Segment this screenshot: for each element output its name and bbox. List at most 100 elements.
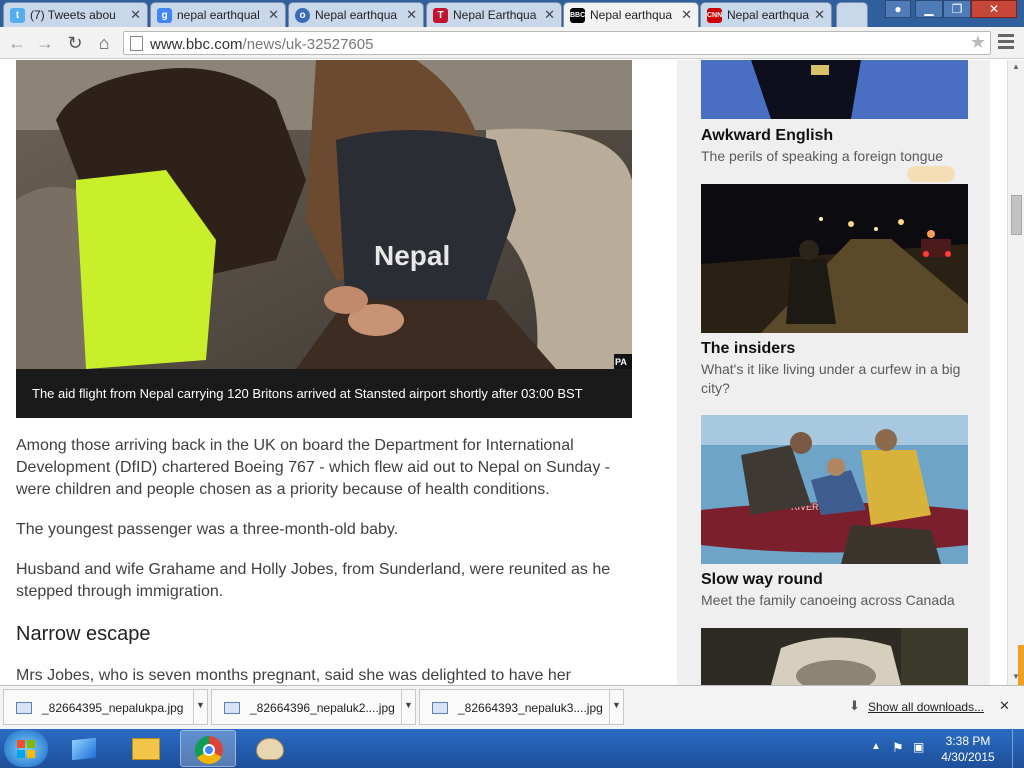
chevron-down-icon[interactable]: ▼ — [401, 690, 415, 724]
windows-icon — [72, 737, 96, 761]
close-window-button[interactable]: ✕ — [971, 0, 1017, 18]
sidebar-title[interactable]: Slow way round — [701, 571, 823, 589]
cnn-icon: CNN — [707, 8, 722, 23]
url-text: www.bbc.com/news/uk-32527605 — [150, 36, 374, 53]
sidebar-image-the-insiders[interactable] — [701, 184, 968, 333]
tab-label: Nepal earthqua — [590, 8, 673, 22]
tab-tweets[interactable]: t (7) Tweets abou ✕ — [3, 2, 148, 27]
tab-label: (7) Tweets abou — [30, 8, 116, 22]
close-icon[interactable]: ✕ — [814, 7, 825, 23]
scrollbar-thumb[interactable] — [1011, 195, 1022, 235]
windows-taskbar: ▲ ⚑ ▣ 3:38 PM 4/30/2015 — [0, 729, 1024, 768]
show-desktop-button[interactable] — [1012, 729, 1024, 768]
sidebar-title[interactable]: The insiders — [701, 340, 795, 358]
chevron-down-icon[interactable]: ▼ — [193, 690, 207, 724]
close-icon[interactable]: ✕ — [406, 7, 417, 23]
start-logo-red — [17, 740, 25, 748]
image-file-icon — [224, 702, 240, 714]
clock[interactable]: 3:38 PM 4/30/2015 — [930, 733, 1006, 765]
scroll-up-arrow[interactable]: ▲ — [1012, 62, 1020, 71]
minimize-button[interactable]: ▁ — [915, 0, 943, 18]
article-photo: Nepal PA — [16, 60, 632, 369]
close-icon[interactable]: ✕ — [130, 7, 141, 23]
tab-telegraph[interactable]: T Nepal Earthqua ✕ — [426, 2, 562, 27]
twitter-icon: t — [10, 8, 25, 23]
article-paragraph: Among those arriving back in the UK on b… — [16, 437, 611, 498]
tab-bbc[interactable]: BBC Nepal earthqua ✕ — [563, 2, 699, 27]
new-tab-button[interactable] — [836, 2, 868, 27]
back-icon[interactable]: ← — [6, 32, 28, 54]
taskbar-chrome[interactable] — [180, 730, 236, 767]
clock-time: 3:38 PM — [945, 734, 991, 748]
start-button[interactable] — [4, 730, 48, 767]
start-logo-yellow — [27, 750, 35, 758]
image-caption: The aid flight from Nepal carrying 120 B… — [16, 369, 632, 418]
tab-label: Nepal earthqua — [727, 8, 810, 22]
forward-icon[interactable]: → — [34, 32, 56, 54]
bbc-icon: BBC — [570, 8, 585, 23]
globe-icon: o — [295, 8, 310, 23]
taskbar-file-explorer[interactable] — [118, 730, 174, 767]
article-paragraph: Mrs Jobes, who is seven months pregnant,… — [16, 667, 571, 684]
close-icon[interactable]: ✕ — [268, 7, 279, 23]
tab-google[interactable]: g nepal earthqual ✕ — [150, 2, 286, 27]
tab-label: Nepal Earthqua — [453, 8, 537, 22]
reload-icon[interactable]: ↻ — [64, 32, 86, 54]
download-item[interactable]: _82664393_nepaluk3....jpg ▼ — [419, 689, 624, 725]
tab-nepal-3[interactable]: o Nepal earthqua ✕ — [288, 2, 424, 27]
tab-cnn[interactable]: CNN Nepal earthqua ✕ — [700, 2, 832, 27]
close-icon[interactable]: ✕ — [544, 7, 555, 23]
page-icon — [130, 36, 143, 51]
download-item[interactable]: _82664395_nepalukpa.jpg ▼ — [3, 689, 208, 725]
google-icon: g — [157, 8, 172, 23]
taskbar-paint[interactable] — [242, 730, 298, 767]
chrome-icon — [195, 736, 223, 764]
sidebar-subtitle[interactable]: Meet the family canoeing across Canada — [701, 591, 971, 610]
section-heading: Narrow escape — [16, 623, 151, 645]
start-logo-green — [27, 740, 35, 748]
sidebar-title[interactable]: Awkward English — [701, 127, 833, 145]
tab-label: nepal earthqual — [177, 8, 260, 22]
page-scrollbar[interactable]: ▲ ▼ — [1007, 60, 1024, 685]
clock-date: 4/30/2015 — [941, 750, 995, 764]
browser-toolbar: ← → ↻ ⌂ www.bbc.com/news/uk-32527605 ★ — [0, 27, 1024, 59]
telegraph-icon: T — [433, 8, 448, 23]
sidebar-subtitle[interactable]: The perils of speaking a foreign tongue — [701, 147, 971, 166]
scroll-down-arrow[interactable]: ▼ — [1012, 672, 1020, 681]
shirt-text: Nepal — [374, 240, 450, 271]
maximize-button[interactable]: ❐ — [943, 0, 971, 18]
tab-strip: t (7) Tweets abou ✕ g nepal earthqual ✕ … — [0, 0, 1024, 27]
close-icon[interactable]: ✕ — [681, 7, 692, 23]
taskbar-windows-explorer[interactable] — [56, 730, 112, 767]
download-filename: _82664395_nepalukpa.jpg — [42, 701, 184, 715]
folder-icon — [132, 738, 160, 760]
comment-count-badge[interactable] — [907, 166, 955, 182]
flag-icon[interactable]: ⚑ — [892, 740, 904, 756]
address-bar[interactable]: www.bbc.com/news/uk-32527605 ★ — [123, 31, 991, 55]
image-file-icon — [16, 702, 32, 714]
tab-label: Nepal earthqua — [315, 8, 398, 22]
chevron-down-icon[interactable]: ▼ — [609, 690, 623, 724]
downloads-bar: _82664395_nepalukpa.jpg ▼ _82664396_nepa… — [0, 685, 1024, 729]
download-arrow-icon: ⬇ — [849, 698, 860, 713]
download-item[interactable]: _82664396_nepaluk2....jpg ▼ — [211, 689, 416, 725]
image-file-icon — [432, 702, 448, 714]
star-icon[interactable]: ★ — [970, 32, 986, 53]
network-icon[interactable]: ▣ — [913, 740, 924, 754]
page-content: Nepal PA The aid flight from Nepal carry… — [0, 60, 1007, 685]
sidebar-image-next[interactable] — [701, 628, 968, 685]
download-filename: _82664393_nepaluk3....jpg — [458, 701, 603, 715]
sidebar-subtitle[interactable]: What's it like living under a curfew in … — [701, 360, 971, 398]
article-paragraph: Husband and wife Grahame and Holly Jobes… — [16, 561, 611, 600]
close-downloads-icon[interactable]: ✕ — [999, 698, 1010, 714]
start-logo-blue — [17, 750, 25, 758]
menu-icon[interactable] — [998, 34, 1014, 49]
sidebar-image-slow-way-round[interactable]: RIVER TAMEN — [701, 415, 968, 564]
download-filename: _82664396_nepaluk2....jpg — [250, 701, 395, 715]
user-icon[interactable]: ● — [885, 0, 911, 18]
home-icon[interactable]: ⌂ — [93, 32, 115, 54]
show-hidden-icons[interactable]: ▲ — [871, 741, 881, 752]
paint-palette-icon — [256, 738, 284, 760]
sidebar-image-awkward-english[interactable] — [701, 60, 968, 119]
show-all-downloads-link[interactable]: Show all downloads... — [868, 700, 984, 714]
